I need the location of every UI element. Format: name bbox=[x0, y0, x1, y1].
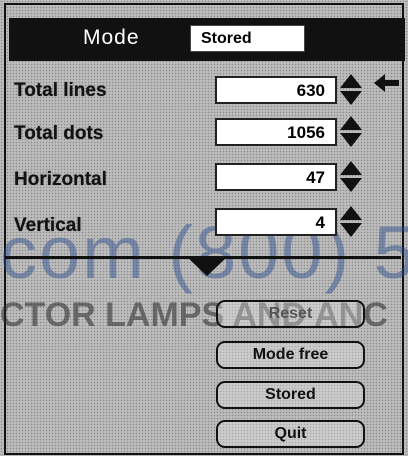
total-lines-spinner-icon[interactable] bbox=[340, 74, 362, 106]
quit-button[interactable]: Quit bbox=[216, 420, 365, 448]
mode-label: Mode bbox=[83, 26, 140, 49]
mode-bar: Mode Stored bbox=[9, 18, 405, 61]
triangle-down-icon[interactable] bbox=[188, 258, 226, 276]
vertical-field[interactable]: 4 bbox=[215, 208, 337, 236]
mode-value-field[interactable]: Stored bbox=[190, 25, 305, 52]
total-lines-field[interactable]: 630 bbox=[215, 76, 337, 104]
total-dots-field[interactable]: 1056 bbox=[215, 118, 337, 146]
vertical-label: Vertical bbox=[14, 215, 82, 236]
horizontal-spinner-icon[interactable] bbox=[340, 161, 362, 193]
horizontal-label: Horizontal bbox=[14, 169, 107, 190]
left-arrow-icon bbox=[374, 74, 399, 92]
stored-button[interactable]: Stored bbox=[216, 381, 365, 409]
vertical-spinner-icon[interactable] bbox=[340, 206, 362, 238]
horizontal-field[interactable]: 47 bbox=[215, 163, 337, 191]
total-lines-label: Total lines bbox=[14, 80, 107, 101]
total-dots-label: Total dots bbox=[14, 123, 104, 144]
total-dots-spinner-icon[interactable] bbox=[340, 116, 362, 148]
reset-button[interactable]: Reset bbox=[216, 300, 365, 328]
mode-free-button[interactable]: Mode free bbox=[216, 341, 365, 369]
